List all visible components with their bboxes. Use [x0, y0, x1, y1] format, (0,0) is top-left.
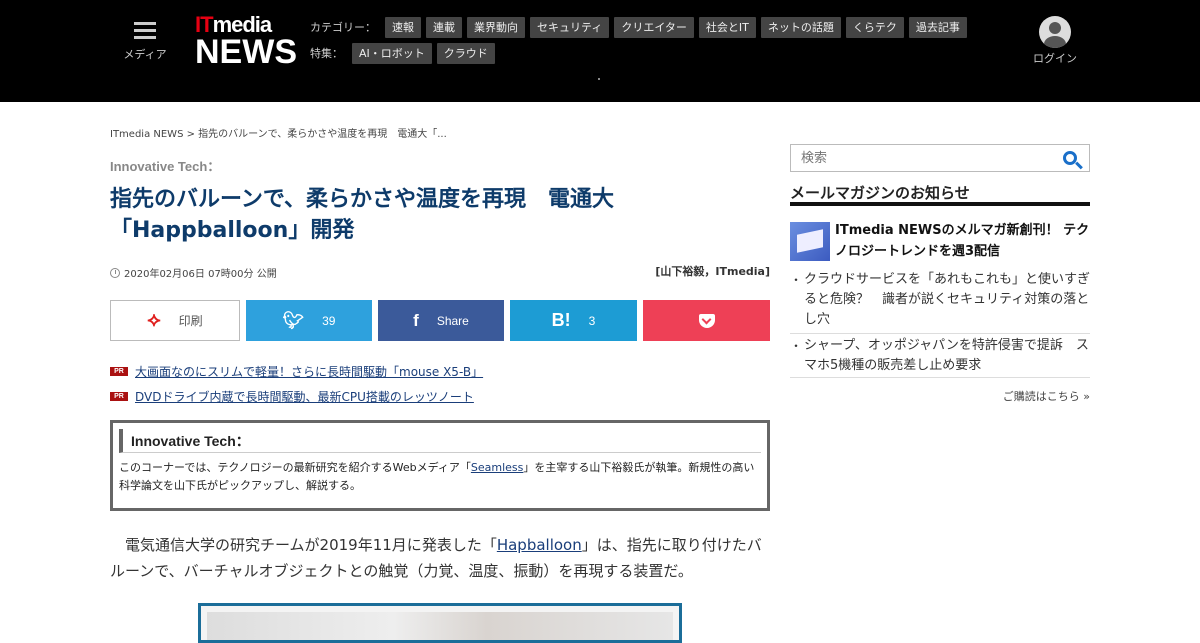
pr-link-mouse[interactable]: 大画面なのにスリムで軽量！さらに長時間駆動「mouse X5-B」 — [135, 363, 483, 380]
media-menu-label: メディア — [123, 48, 167, 61]
category-archive[interactable]: 過去記事 — [908, 16, 967, 38]
article-figure-image — [207, 612, 673, 640]
facebook-icon: f — [413, 310, 419, 330]
pocket-icon — [698, 313, 715, 328]
hamburger-icon — [134, 22, 156, 40]
category-sokuhou[interactable]: 速報 — [385, 16, 421, 38]
hatena-bookmark-icon: B! — [551, 310, 571, 330]
infobox-text: このコーナーでは、テクノロジーの最新研究を紹介するWebメディア「Seamles… — [119, 459, 761, 495]
facebook-share-button[interactable]: f Share — [378, 300, 504, 341]
category-security[interactable]: セキュリティ — [530, 16, 610, 38]
list-item[interactable]: クラウドサービスを「あれもこれも」と使いすぎると危険？ 識者が説くセキュリティ対… — [790, 268, 1090, 334]
feature-label: 特集： — [310, 47, 343, 60]
article-title-line2: 「Happballoon」開発 — [110, 218, 355, 243]
list-item[interactable]: シャープ、オッポジャパンを特許侵害で提訴 スマホ5機種の販売差し止め要求 — [790, 334, 1090, 378]
subscribe-link[interactable]: ご購読はこちら » — [790, 388, 1090, 404]
newsletter-list: クラウドサービスを「あれもこれも」と使いすぎると危険？ 識者が説くセキュリティ対… — [790, 268, 1090, 378]
itmedia-news-logo[interactable]: ITmedia NEWS — [195, 12, 297, 71]
hapballoon-link[interactable]: Hapballoon — [497, 536, 582, 554]
series-infobox: Innovative Tech： このコーナーでは、テクノロジーの最新研究を紹介… — [110, 420, 770, 511]
media-menu-button[interactable]: メディア — [122, 22, 168, 62]
newsletter-heading: メールマガジンのお知らせ — [790, 182, 1090, 206]
twitter-bird-icon: 🐦︎ — [282, 310, 305, 330]
hatena-count: 3 — [588, 313, 596, 328]
share-bar: ⟡ 印刷 🐦︎ 39 f Share B! 3 — [110, 300, 770, 341]
search-icon[interactable] — [1063, 151, 1077, 165]
logo-news: NEWS — [195, 33, 297, 71]
feature-ai-robot[interactable]: AI・ロボット — [352, 42, 432, 64]
article-title: 指先のバルーンで、柔らかさや温度を再現 電通大 「Happballoon」開発 — [110, 184, 710, 246]
category-rensai[interactable]: 連載 — [426, 16, 462, 38]
category-kuratech[interactable]: くらテク — [845, 16, 904, 38]
user-avatar-icon — [1039, 16, 1071, 48]
login-button[interactable]: ログイン — [1030, 16, 1080, 66]
article-title-line1: 指先のバルーンで、柔らかさや温度を再現 電通大 — [110, 187, 615, 212]
facebook-label: Share — [436, 313, 469, 328]
newsletter-feature[interactable]: ITmedia NEWSのメルマガ新創刊！ テクノロジートレンドを週3配信 — [790, 220, 1090, 264]
feature-nav: 特集： AI・ロボット クラウド — [310, 42, 495, 64]
breadcrumb[interactable]: ITmedia NEWS > 指先のバルーンで、柔らかさや温度を再現 電通大「.… — [110, 125, 447, 140]
seamless-link[interactable]: Seamless — [471, 461, 524, 474]
pr-item: PR 大画面なのにスリムで軽量！さらに長時間駆動「mouse X5-B」 — [110, 359, 483, 384]
pocket-button[interactable] — [643, 300, 770, 341]
pr-link-letsnote[interactable]: DVDドライブ内蔵で長時間駆動、最新CPU搭載のレッツノート — [135, 388, 474, 405]
author-byline[interactable]: [山下裕毅，ITmedia] — [590, 263, 770, 279]
twitter-share-button[interactable]: 🐦︎ 39 — [246, 300, 372, 341]
category-net-topics[interactable]: ネットの話題 — [760, 16, 841, 38]
newsletter-feature-text: ITmedia NEWSのメルマガ新創刊！ テクノロジートレンドを週3配信 — [835, 223, 1090, 259]
search-box — [790, 144, 1090, 172]
category-society-it[interactable]: 社会とIT — [698, 16, 756, 38]
article-kicker[interactable]: Innovative Tech： — [110, 156, 220, 175]
header-divider-dot — [598, 78, 600, 80]
pr-badge: PR — [110, 392, 128, 401]
body-text-before: 電気通信大学の研究チームが2019年11月に発表した「 — [125, 536, 497, 554]
article-figure[interactable] — [198, 603, 682, 643]
category-label: カテゴリー： — [310, 21, 376, 34]
site-header: メディア ITmedia NEWS カテゴリー： 速報 連載 業界動向 セキュリ… — [0, 0, 1200, 102]
login-label: ログイン — [1033, 52, 1077, 65]
pr-badge: PR — [110, 367, 128, 376]
publish-date-text: 2020年02月06日 07時00分 公開 — [124, 269, 277, 280]
feature-cloud[interactable]: クラウド — [436, 42, 495, 64]
search-input[interactable] — [791, 145, 1051, 171]
category-gyoukai[interactable]: 業界動向 — [467, 16, 525, 38]
twitter-count: 39 — [322, 313, 336, 328]
category-creator[interactable]: クリエイター — [614, 16, 694, 38]
category-nav: カテゴリー： 速報 連載 業界動向 セキュリティ クリエイター 社会とIT ネッ… — [310, 16, 967, 38]
pr-item: PR DVDドライブ内蔵で長時間駆動、最新CPU搭載のレッツノート — [110, 384, 483, 409]
publish-date: 2020年02月06日 07時00分 公開 — [110, 265, 277, 280]
article-body-paragraph: 電気通信大学の研究チームが2019年11月に発表した「Hapballoon」は、… — [110, 532, 770, 584]
clock-icon — [110, 267, 120, 278]
infobox-title: Innovative Tech： — [119, 429, 761, 453]
pr-links: PR 大画面なのにスリムで軽量！さらに長時間駆動「mouse X5-B」 PR … — [110, 359, 483, 409]
pdf-icon: ⟡ — [147, 309, 161, 331]
mail-icon — [790, 222, 830, 261]
print-label: 印刷 — [178, 314, 203, 328]
infobox-text-before: このコーナーでは、テクノロジーの最新研究を紹介するWebメディア「 — [119, 461, 471, 474]
print-button[interactable]: ⟡ 印刷 — [110, 300, 240, 341]
hatena-bookmark-button[interactable]: B! 3 — [510, 300, 637, 341]
